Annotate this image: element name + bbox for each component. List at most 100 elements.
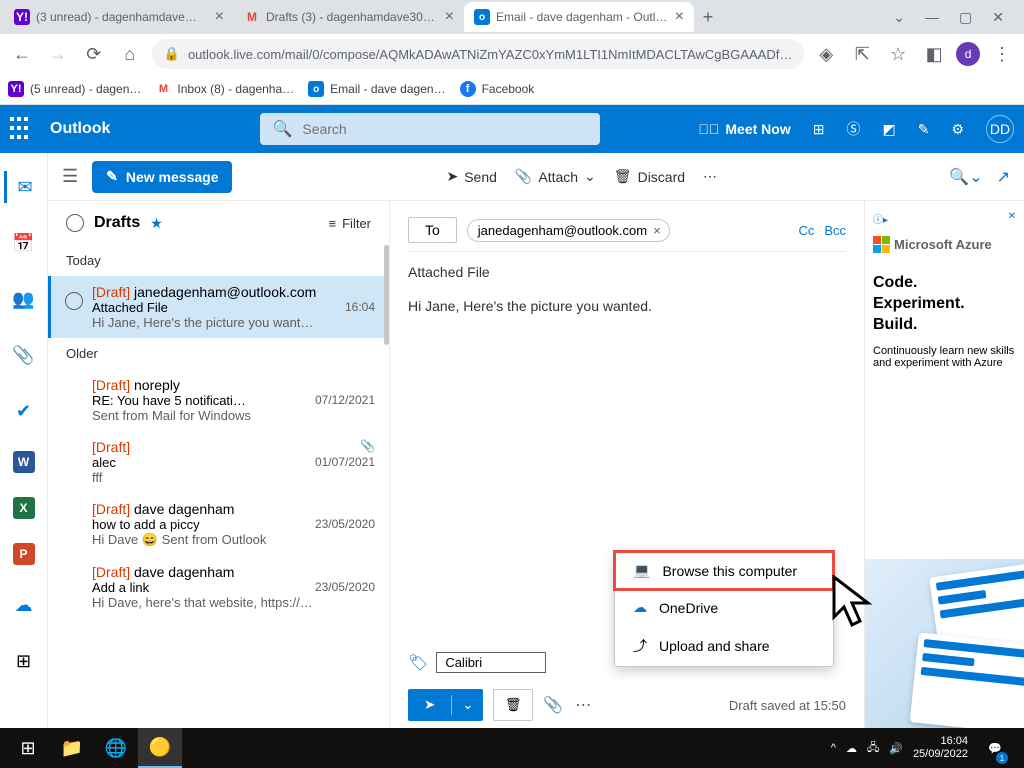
- filter-button[interactable]: ≡Filter: [329, 216, 371, 231]
- discard-button[interactable]: 🗑 Discard: [614, 168, 685, 185]
- to-button[interactable]: To: [408, 217, 457, 243]
- browser-tab[interactable]: M Drafts (3) - dagenhamdave30@g ×: [234, 2, 464, 32]
- message-item[interactable]: [Draft] janedagenham@outlook.com Attache…: [48, 276, 389, 338]
- rail-word[interactable]: W: [13, 451, 35, 473]
- onedrive-tray-icon[interactable]: ☁: [846, 742, 857, 755]
- msg-subject: alec: [92, 455, 315, 470]
- discard-label: Discard: [638, 169, 685, 185]
- home-button[interactable]: ⌂: [116, 40, 144, 68]
- hamburger-icon[interactable]: ☰: [62, 166, 78, 187]
- bookmark-item[interactable]: o Email - dave dagen…: [308, 81, 445, 97]
- browser-tab[interactable]: o Email - dave dagenham - Outlook ×: [464, 2, 694, 32]
- message-item[interactable]: [Draft] dave dagenham how to add a piccy…: [48, 493, 389, 556]
- rail-powerpoint[interactable]: P: [13, 543, 35, 565]
- new-message-button[interactable]: ✎ New message: [92, 161, 232, 193]
- share-icon[interactable]: ⇱: [848, 40, 876, 68]
- edge-icon[interactable]: 🌐: [94, 728, 138, 768]
- account-avatar[interactable]: DD: [986, 115, 1014, 143]
- send-options-caret[interactable]: ⌄: [452, 697, 483, 713]
- bcc-button[interactable]: Bcc: [824, 223, 846, 238]
- clock[interactable]: 16:04 25/09/2022: [913, 735, 968, 761]
- settings-icon[interactable]: ⚙: [951, 121, 964, 138]
- zoom-button[interactable]: 🔍⌄: [949, 167, 982, 187]
- scrollbar-thumb[interactable]: [384, 245, 389, 345]
- attach-upload-share[interactable]: ⤴ Upload and share: [615, 626, 833, 666]
- ad-close-icon[interactable]: ✕: [1008, 211, 1016, 226]
- rail-people[interactable]: 👥: [4, 283, 44, 315]
- clock-date: 25/09/2022: [913, 748, 968, 761]
- ad-image[interactable]: [865, 559, 1024, 729]
- ad-info-icon[interactable]: ⓘ▸: [873, 211, 888, 226]
- font-select[interactable]: [436, 652, 546, 673]
- brand-label[interactable]: Outlook: [50, 120, 110, 138]
- subject-field[interactable]: Attached File: [408, 252, 846, 292]
- kebab-menu-icon[interactable]: ⋮: [988, 40, 1016, 68]
- send-button[interactable]: ➤Send: [446, 168, 496, 185]
- eye-icon[interactable]: ◈: [812, 40, 840, 68]
- favorite-star-icon[interactable]: ★: [150, 215, 163, 232]
- browser-tab[interactable]: Y! (3 unread) - dagenhamdave@ya ×: [4, 2, 234, 32]
- recipient-pill[interactable]: janedagenham@outlook.com ×: [467, 219, 670, 242]
- rail-todo[interactable]: ✔: [4, 395, 44, 427]
- attach-button[interactable]: 📎Attach⌄: [515, 168, 596, 185]
- cc-button[interactable]: Cc: [798, 223, 814, 238]
- maximize-icon[interactable]: ▢: [959, 9, 972, 26]
- to-row: To janedagenham@outlook.com × Cc Bcc: [408, 217, 846, 252]
- message-item[interactable]: [Draft] noreply RE: You have 5 notificat…: [48, 369, 389, 431]
- extensions-icon[interactable]: ◧: [920, 40, 948, 68]
- rail-calendar[interactable]: 📅: [4, 227, 44, 259]
- more-icon[interactable]: ⋯: [575, 695, 591, 715]
- star-icon[interactable]: ☆: [884, 40, 912, 68]
- action-center-icon[interactable]: 💬1: [978, 728, 1012, 768]
- select-checkbox[interactable]: [65, 292, 83, 310]
- rail-mail[interactable]: ✉: [4, 171, 44, 203]
- close-icon[interactable]: ×: [215, 8, 224, 26]
- message-item[interactable]: [Draft] 📎 alec01/07/2021 fff: [48, 431, 389, 493]
- search-input[interactable]: [302, 121, 588, 137]
- whats-new-icon[interactable]: ✎: [918, 121, 930, 138]
- rail-files[interactable]: 📎: [4, 339, 44, 371]
- new-tab-button[interactable]: +: [694, 7, 722, 28]
- discard-draft-button[interactable]: 🗑: [493, 689, 533, 721]
- rail-excel[interactable]: X: [13, 497, 35, 519]
- chevron-down-icon[interactable]: ⌄: [893, 9, 905, 26]
- teams-icon[interactable]: ⊞: [813, 121, 825, 138]
- close-window-icon[interactable]: ✕: [992, 9, 1004, 26]
- trash-icon: 🗑: [614, 168, 632, 185]
- cc-bcc: Cc Bcc: [798, 223, 846, 238]
- meet-now-button[interactable]: ▶⃞Meet Now: [698, 121, 790, 137]
- bookmark-item[interactable]: f Facebook: [460, 81, 535, 97]
- send-button-primary[interactable]: ➤ ⌄: [408, 689, 483, 721]
- attach-browse-computer[interactable]: 💻 Browse this computer: [615, 552, 833, 589]
- tray-chevron-icon[interactable]: ^: [831, 742, 836, 754]
- reload-button[interactable]: ⟳: [80, 40, 108, 68]
- message-item[interactable]: [Draft] dave dagenham Add a link23/05/20…: [48, 556, 389, 618]
- skype-icon[interactable]: Ⓢ: [846, 119, 860, 139]
- close-icon[interactable]: ×: [675, 8, 684, 26]
- bookmark-item[interactable]: Y! (5 unread) - dagen…: [8, 81, 141, 97]
- chrome-icon[interactable]: 🟡: [138, 728, 182, 768]
- popout-button[interactable]: ↗: [997, 167, 1010, 187]
- attach-onedrive[interactable]: ☁ OneDrive: [615, 589, 833, 626]
- more-actions-button[interactable]: ⋯: [703, 168, 717, 185]
- format-painter-icon[interactable]: 🏷: [408, 653, 428, 673]
- app-launcher-icon[interactable]: [10, 117, 34, 141]
- volume-icon[interactable]: 🔊: [889, 742, 903, 755]
- minimize-icon[interactable]: —: [925, 9, 939, 26]
- search-box[interactable]: 🔍: [260, 113, 600, 145]
- outlook-premium-icon[interactable]: ◩: [882, 121, 895, 138]
- select-all-checkbox[interactable]: [66, 214, 84, 232]
- back-button[interactable]: ←: [8, 40, 36, 68]
- network-icon[interactable]: 🖧: [867, 739, 879, 758]
- profile-avatar[interactable]: d: [956, 42, 980, 66]
- close-icon[interactable]: ×: [445, 8, 454, 26]
- start-button[interactable]: ⊞: [6, 728, 50, 768]
- file-explorer-icon[interactable]: 📁: [50, 728, 94, 768]
- paperclip-icon[interactable]: 📎: [543, 695, 563, 715]
- bookmark-item[interactable]: M Inbox (8) - dagenha…: [155, 81, 294, 97]
- remove-recipient-icon[interactable]: ×: [653, 223, 661, 238]
- rail-more-apps[interactable]: ⊞: [4, 645, 44, 677]
- address-bar[interactable]: 🔒 outlook.live.com/mail/0/compose/AQMkAD…: [152, 39, 805, 69]
- rail-onedrive[interactable]: ☁: [4, 589, 44, 621]
- tab-bar: Y! (3 unread) - dagenhamdave@ya × M Draf…: [0, 0, 1024, 34]
